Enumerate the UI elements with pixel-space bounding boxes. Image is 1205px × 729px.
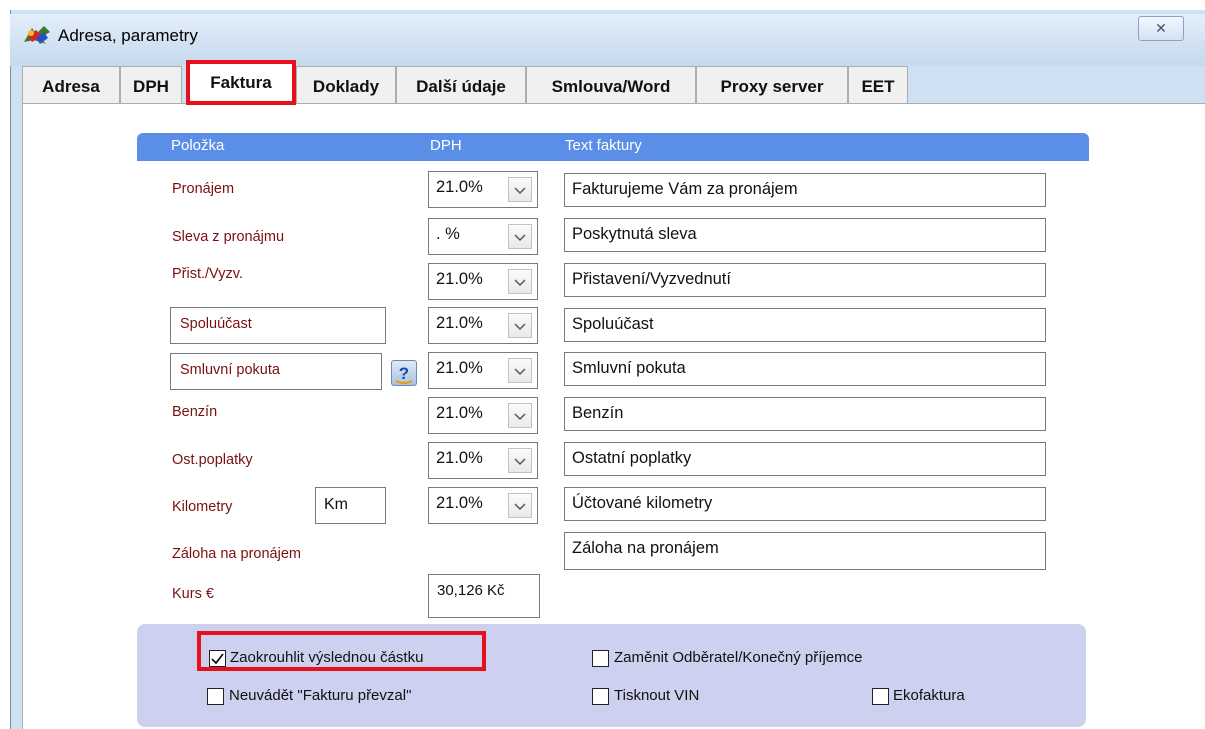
dropdown-button[interactable] [508, 403, 532, 428]
window-title: Adresa, parametry [58, 26, 198, 45]
app-logo-icon [24, 26, 50, 44]
label-kilometry: Kilometry [172, 499, 233, 515]
dropdown-button[interactable] [508, 177, 532, 202]
checkbox-swap-label[interactable]: Zaměnit Odběratel/Konečný příjemce [614, 649, 862, 666]
checkbox-vin-label[interactable]: Tisknout VIN [614, 687, 699, 704]
smluvni-pokuta-input[interactable]: Smluvní pokuta [170, 353, 382, 390]
chevron-down-icon [514, 413, 526, 421]
vat-value: 21.0% [436, 359, 483, 377]
dropdown-button[interactable] [508, 224, 532, 249]
vat-select-prist[interactable]: 21.0% [428, 263, 538, 300]
tab-proxy-server[interactable]: Proxy server [696, 66, 848, 104]
tab-doklady[interactable]: Doklady [296, 66, 396, 104]
invoice-text-zaloha[interactable]: Záloha na pronájem [564, 532, 1046, 570]
label-pronajem: Pronájem [172, 181, 235, 197]
vat-value: 21.0% [436, 494, 483, 512]
label-sleva: Sleva z pronájmu [172, 229, 285, 245]
dropdown-button[interactable] [508, 493, 532, 518]
help-button[interactable]: ? [391, 360, 417, 386]
exchange-rate-input[interactable]: 30,126 Kč [428, 574, 540, 618]
invoice-text-pronajem[interactable]: Fakturujeme Vám za pronájem [564, 173, 1046, 207]
tab-smlouva-word[interactable]: Smlouva/Word [526, 66, 696, 104]
invoice-text-spoluucast[interactable]: Spoluúčast [564, 308, 1046, 342]
chevron-down-icon [514, 458, 526, 466]
invoice-text-kilometry[interactable]: Účtované kilometry [564, 487, 1046, 521]
vat-select-pronajem[interactable]: 21.0% [428, 171, 538, 208]
header-text: Text faktury [565, 137, 642, 154]
tab-label: DPH [133, 77, 169, 96]
chevron-down-icon [514, 187, 526, 195]
chevron-down-icon [514, 368, 526, 376]
checkbox-eco-label[interactable]: Ekofaktura [893, 687, 965, 704]
invoice-text-prist[interactable]: Přistavení/Vyzvednutí [564, 263, 1046, 297]
chevron-down-icon [514, 279, 526, 287]
checkbox-swap[interactable] [592, 650, 609, 667]
vat-select-benzin[interactable]: 21.0% [428, 397, 538, 434]
vat-select-sleva[interactable]: . % [428, 218, 538, 255]
vat-select-poplatky[interactable]: 21.0% [428, 442, 538, 479]
km-unit-input[interactable]: Km [315, 487, 386, 524]
tab-dalsi-udaje[interactable]: Další údaje [396, 66, 526, 104]
label-benzin: Benzín [172, 404, 218, 420]
dropdown-button[interactable] [508, 269, 532, 294]
tab-label: Proxy server [720, 77, 824, 96]
vat-value: 21.0% [436, 270, 483, 288]
invoice-text-pokuta[interactable]: Smluvní pokuta [564, 352, 1046, 386]
header-item: Položka [171, 137, 225, 154]
chevron-down-icon [514, 503, 526, 511]
tab-label: Další údaje [416, 77, 506, 96]
help-question-icon: ? [395, 364, 413, 384]
spoluucast-input[interactable]: Spoluúčast [170, 307, 386, 344]
dropdown-button[interactable] [508, 358, 532, 383]
vat-value: 21.0% [436, 314, 483, 332]
svg-text:?: ? [399, 364, 409, 383]
tab-adresa[interactable]: Adresa [22, 66, 120, 104]
close-button[interactable]: ✕ [1138, 16, 1184, 41]
vat-select-kilometry[interactable]: 21.0% [428, 487, 538, 524]
close-icon: ✕ [1155, 20, 1167, 36]
label-zaloha: Záloha na pronájem [172, 546, 301, 562]
label-prist-vyzv: Přist./Vyzv. [172, 266, 243, 282]
tab-faktura-highlight [186, 60, 296, 105]
chevron-down-icon [514, 234, 526, 242]
checkbox-no-received[interactable] [207, 688, 224, 705]
header-vat: DPH [430, 137, 462, 154]
tab-label: Smlouva/Word [551, 77, 671, 96]
label-ost-poplatky: Ost.poplatky [172, 452, 253, 468]
checkbox-no-received-label[interactable]: Neuvádět "Fakturu převzal" [229, 687, 411, 704]
invoice-text-sleva[interactable]: Poskytnutá sleva [564, 218, 1046, 252]
vat-value: 21.0% [436, 178, 483, 196]
dropdown-button[interactable] [508, 313, 532, 338]
tab-label: EET [861, 77, 895, 96]
checkbox-eco[interactable] [872, 688, 889, 705]
tab-dph[interactable]: DPH [120, 66, 182, 104]
tab-eet[interactable]: EET [848, 66, 908, 104]
invoice-text-benzin[interactable]: Benzín [564, 397, 1046, 431]
vat-select-pokuta[interactable]: 21.0% [428, 352, 538, 389]
checkbox-vin[interactable] [592, 688, 609, 705]
vat-value: 21.0% [436, 449, 483, 467]
vat-value: 21.0% [436, 404, 483, 422]
tab-label: Adresa [42, 77, 100, 96]
vat-value: . % [436, 225, 460, 243]
vat-select-spoluucast[interactable]: 21.0% [428, 307, 538, 344]
round-option-highlight [197, 631, 486, 671]
chevron-down-icon [514, 323, 526, 331]
label-kurs: Kurs € [172, 586, 214, 602]
invoice-text-poplatky[interactable]: Ostatní poplatky [564, 442, 1046, 476]
dropdown-button[interactable] [508, 448, 532, 473]
tab-label: Doklady [312, 77, 380, 96]
